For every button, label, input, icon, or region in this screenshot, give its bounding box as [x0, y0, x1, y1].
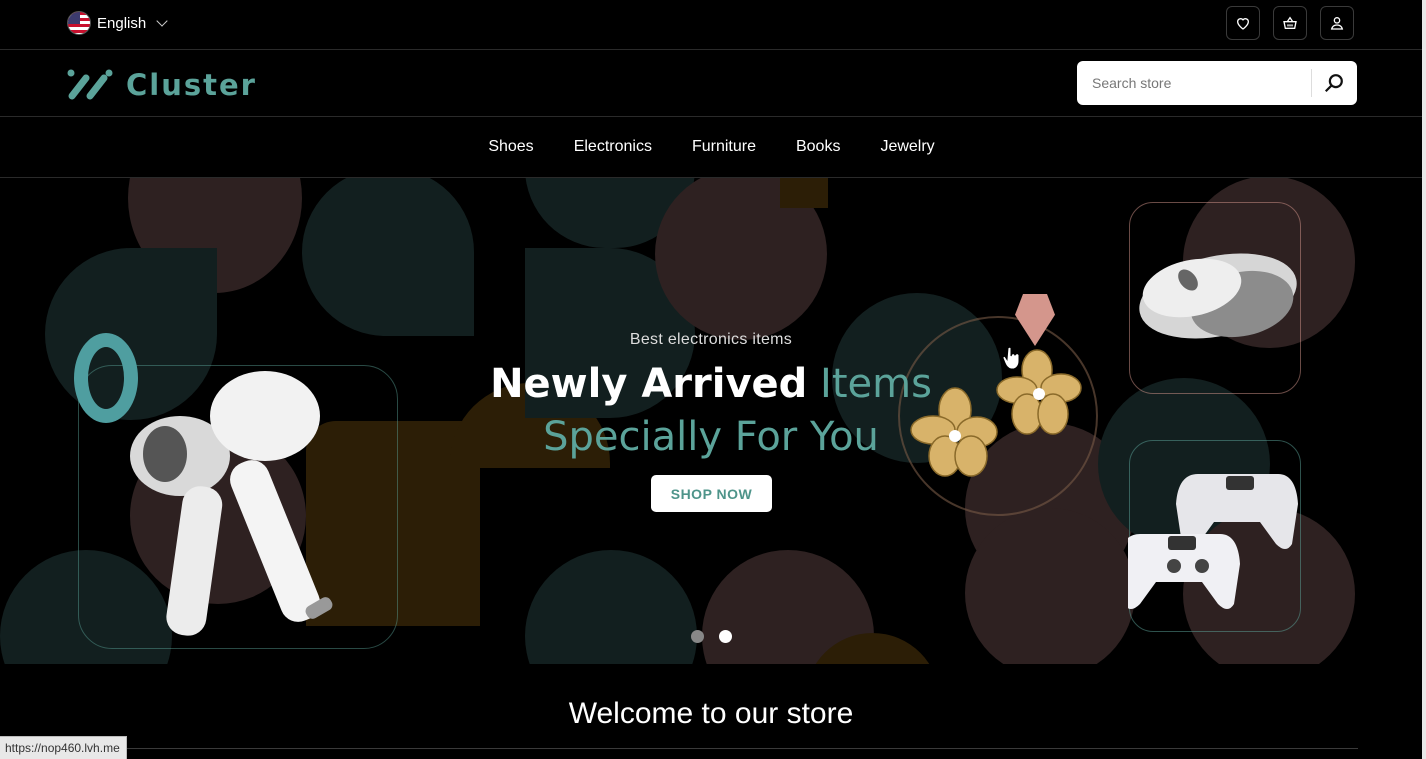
language-selector[interactable]: English	[67, 11, 168, 35]
cart-button[interactable]	[1273, 6, 1307, 40]
bg-shape	[780, 178, 828, 208]
hero-subtitle: Best electronics items	[629, 331, 793, 348]
shop-now-button[interactable]: SHOP NOW	[651, 475, 772, 512]
top-bar: English	[0, 0, 1426, 50]
hand-cursor-icon	[1003, 346, 1020, 370]
hero-title: Newly Arrived Items Specially For You	[0, 358, 1422, 464]
search-divider	[1311, 69, 1312, 97]
hero-title-line-2: Specially For You	[543, 414, 879, 460]
main-navigation: Shoes Electronics Furniture Books Jewelr…	[0, 117, 1426, 178]
user-icon	[1330, 17, 1344, 30]
search-input[interactable]	[1090, 74, 1309, 92]
nav-item-electronics[interactable]: Electronics	[574, 138, 652, 156]
slider-dot-1[interactable]	[691, 630, 704, 643]
account-button[interactable]	[1320, 6, 1354, 40]
basket-icon	[1283, 16, 1297, 29]
cluster-logo-icon	[67, 69, 113, 100]
bg-shape	[525, 550, 697, 664]
bg-shape	[965, 508, 1135, 664]
search-icon[interactable]	[1323, 72, 1345, 94]
bg-shape	[302, 178, 474, 336]
scrollbar[interactable]	[1422, 0, 1426, 759]
status-bar-url: https://nop460.lvh.me	[0, 736, 127, 759]
wishlist-button[interactable]	[1226, 6, 1260, 40]
logo-text: Cluster	[126, 68, 257, 102]
logo[interactable]: Cluster	[66, 68, 257, 102]
nav-item-books[interactable]: Books	[796, 138, 840, 156]
hero-title-white: Newly Arrived	[490, 361, 808, 407]
language-label: English	[97, 14, 147, 32]
slider-dot-2[interactable]	[719, 630, 732, 643]
hero-slider[interactable]: Best electronics items Newly Arrived Ite…	[0, 178, 1422, 664]
nav-item-shoes[interactable]: Shoes	[488, 138, 533, 156]
hero-title-teal: Items	[820, 361, 932, 407]
nav-item-furniture[interactable]: Furniture	[692, 138, 756, 156]
search-box	[1077, 61, 1357, 105]
nav-item-jewelry[interactable]: Jewelry	[880, 138, 934, 156]
header: Cluster	[0, 50, 1426, 117]
heart-icon	[1236, 18, 1250, 30]
chevron-down-icon	[156, 14, 168, 27]
section-divider	[66, 748, 1358, 749]
game-controllers-image	[1128, 474, 1298, 609]
us-flag-icon	[67, 11, 91, 35]
welcome-heading: Welcome to our store	[568, 697, 854, 730]
